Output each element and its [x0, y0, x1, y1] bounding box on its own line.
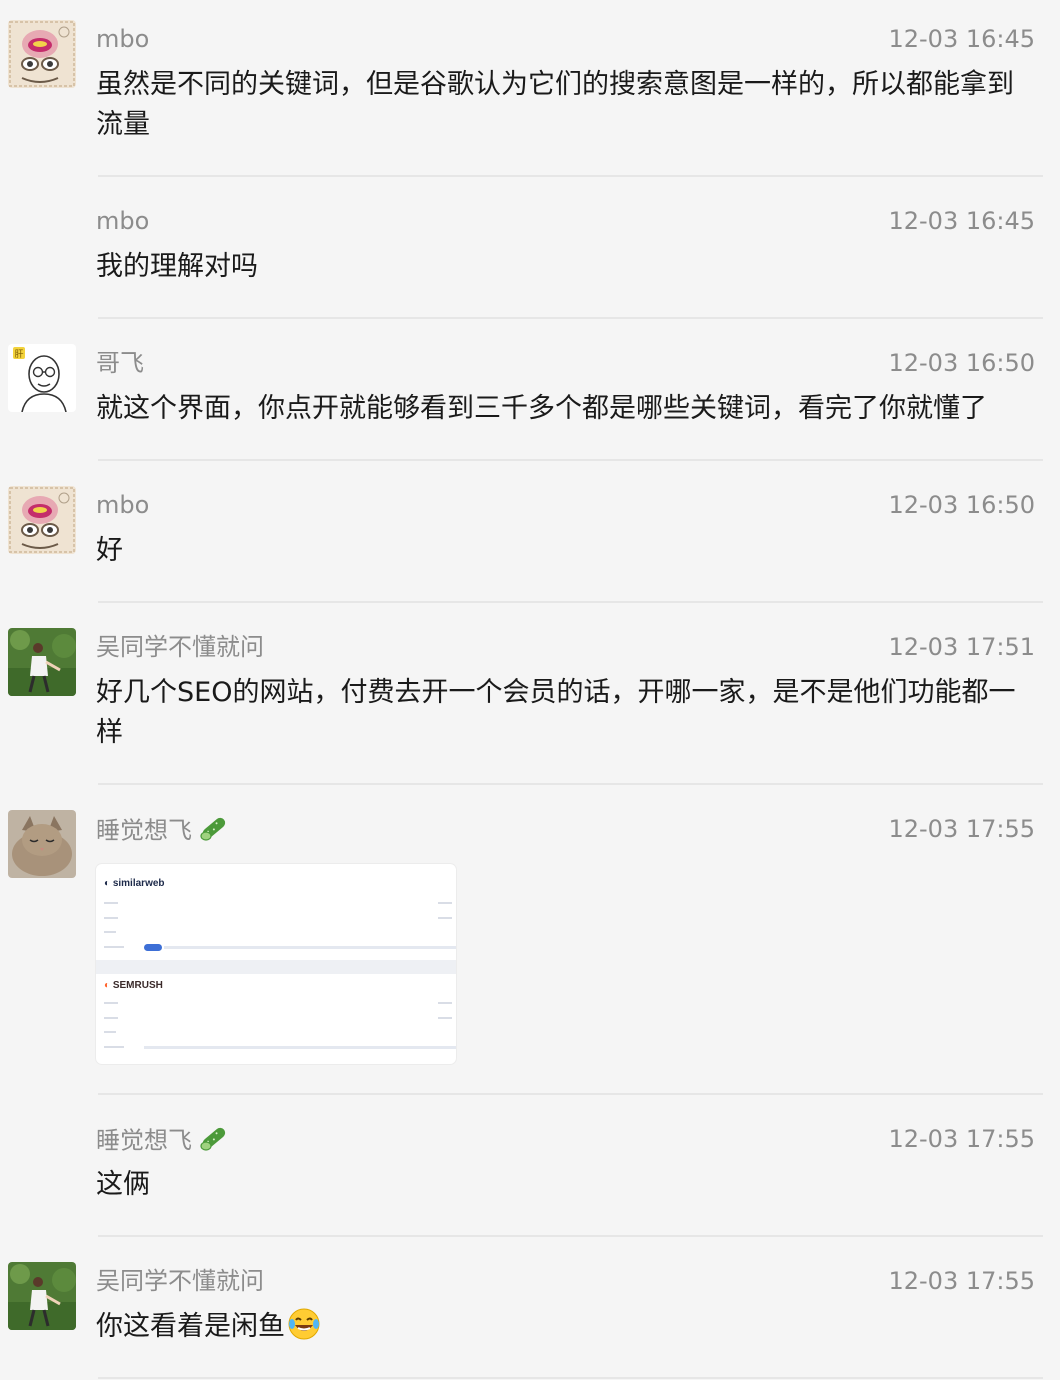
message-timestamp: 12-03 16:50: [888, 349, 1035, 377]
sender-name[interactable]: mbo: [96, 490, 149, 520]
message-divider: [98, 1377, 1043, 1379]
message-text: 好几个SEO的网站，付费去开一个会员的话，开哪一家，是不是他们功能都一样: [96, 677, 1016, 748]
message-text: 好: [96, 535, 123, 566]
avatar-mbo[interactable]: [8, 20, 76, 88]
sender-name[interactable]: 哥飞: [96, 348, 144, 378]
message-text: 就这个界面，你点开就能够看到三千多个都是哪些关键词，看完了你就懂了: [96, 393, 987, 424]
chat-message: 睡觉想飞 12-03 17:55 这俩: [0, 1096, 1060, 1238]
chat-message-list[interactable]: mbo 12-03 16:45 虽然是不同的关键词，但是谷歌认为它们的搜索意图是…: [0, 0, 1060, 1380]
image-line: [104, 946, 124, 948]
message-divider: [98, 601, 1043, 603]
message-timestamp: 12-03 16:50: [888, 491, 1035, 519]
image-line: [104, 1017, 118, 1019]
cucumber-icon: [198, 1124, 230, 1159]
image-separator: [96, 960, 456, 974]
sender-name[interactable]: 睡觉想飞: [96, 1124, 230, 1159]
message-text: 虽然是不同的关键词，但是谷歌认为它们的搜索意图是一样的，所以都能拿到流量: [96, 69, 1014, 140]
message-text-content: 你这看着是闲鱼: [96, 1311, 285, 1342]
image-line: [104, 917, 118, 919]
avatar-shuijiao[interactable]: [8, 810, 76, 878]
chat-message: mbo 12-03 16:45 虽然是不同的关键词，但是谷歌认为它们的搜索意图是…: [0, 0, 1060, 178]
image-line: [104, 1046, 124, 1048]
message-divider: [98, 317, 1043, 319]
message-timestamp: 12-03 17:51: [888, 633, 1035, 661]
message-timestamp: 12-03 17:55: [888, 1125, 1035, 1153]
sender-name[interactable]: mbo: [96, 24, 149, 54]
image-line: [438, 1017, 452, 1019]
chat-message: 睡觉想飞 12-03 17:55 ◐ similarweb ◐ SEMRUSH: [0, 786, 1060, 1096]
message-divider: [98, 783, 1043, 785]
message-image[interactable]: ◐ similarweb ◐ SEMRUSH: [96, 864, 456, 1064]
chat-message: 肝 哥飞 12-03 16:50 就这个界面，你点开就能够看到三千多个都是哪些关…: [0, 320, 1060, 462]
message-divider: [98, 175, 1043, 177]
message-timestamp: 12-03 16:45: [888, 207, 1035, 235]
sender-name-label: 睡觉想飞: [96, 816, 192, 845]
message-divider: [98, 1093, 1043, 1095]
avatar-mbo[interactable]: [8, 486, 76, 554]
image-line: [104, 902, 118, 904]
message-timestamp: 12-03 16:45: [888, 25, 1035, 53]
image-line: [104, 931, 116, 933]
message-timestamp: 12-03 17:55: [888, 815, 1035, 843]
semrush-logo: ◐ SEMRUSH: [104, 980, 163, 991]
message-timestamp: 12-03 17:55: [888, 1267, 1035, 1295]
sender-name[interactable]: 吴同学不懂就问: [96, 632, 264, 662]
image-line: [438, 902, 452, 904]
laughing-tears-emoji-icon: [287, 1307, 321, 1353]
image-line: [104, 1031, 116, 1033]
message-text: 你这看着是闲鱼: [96, 1307, 1031, 1353]
chat-message: mbo 12-03 16:45 我的理解对吗: [0, 178, 1060, 320]
image-line: [438, 1002, 452, 1004]
sender-name[interactable]: 睡觉想飞: [96, 814, 230, 849]
similarweb-logo: ◐ similarweb: [104, 878, 165, 889]
image-progress-bar: [164, 946, 456, 949]
sender-name[interactable]: 吴同学不懂就问: [96, 1266, 264, 1296]
message-divider: [98, 459, 1043, 461]
image-progress-bar: [144, 1046, 456, 1049]
chat-message: 吴同学不懂就问 12-03 17:55 你这看着是闲鱼: [0, 1238, 1060, 1380]
message-divider: [98, 1235, 1043, 1237]
svg-text:肝: 肝: [14, 349, 23, 360]
avatar-wu[interactable]: [8, 1262, 76, 1330]
avatar-gefei[interactable]: 肝: [8, 344, 76, 412]
image-line: [104, 1002, 118, 1004]
cucumber-icon: [198, 814, 230, 849]
message-text: 这俩: [96, 1169, 150, 1200]
sender-name-label: 睡觉想飞: [96, 1126, 192, 1155]
image-progress-pill: [144, 944, 162, 951]
image-line: [438, 917, 452, 919]
chat-message: 吴同学不懂就问 12-03 17:51 好几个SEO的网站，付费去开一个会员的话…: [0, 604, 1060, 786]
chat-message: mbo 12-03 16:50 好: [0, 462, 1060, 604]
sender-name[interactable]: mbo: [96, 206, 149, 236]
message-text: 我的理解对吗: [96, 251, 258, 282]
avatar-wu[interactable]: [8, 628, 76, 696]
